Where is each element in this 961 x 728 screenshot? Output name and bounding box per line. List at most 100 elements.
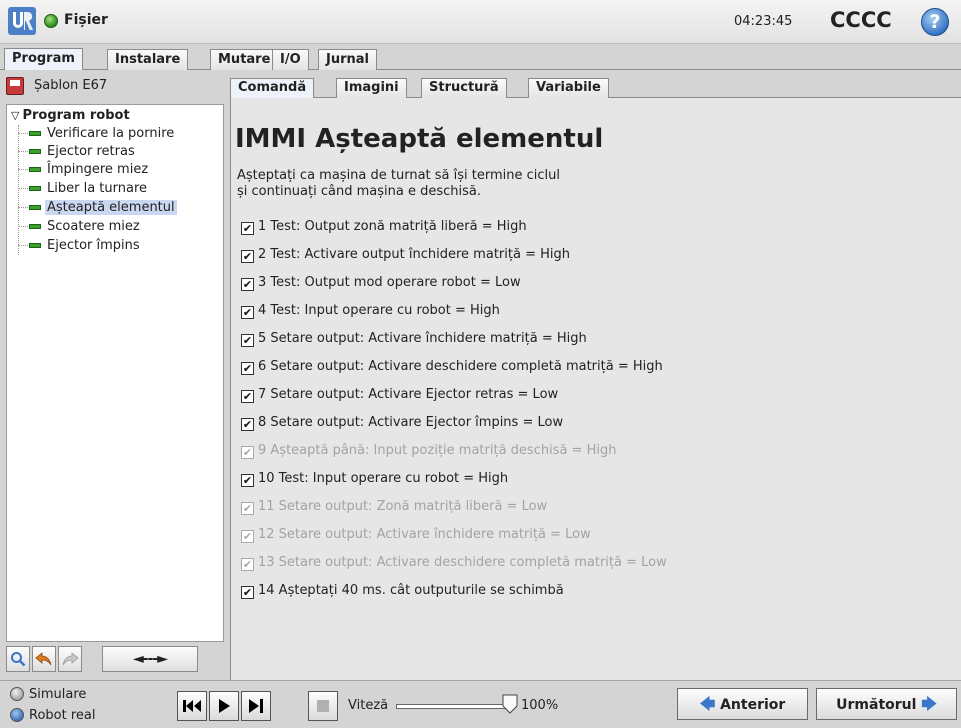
speed-slider[interactable]	[396, 704, 506, 709]
checkbox-checked[interactable]: ✔	[241, 278, 254, 291]
tree-node[interactable]: Verificare la pornire	[18, 125, 176, 143]
tree-navigation-button[interactable]: ◄---►	[102, 646, 198, 672]
checkbox-checked[interactable]: ✔	[241, 474, 254, 487]
command-node-icon	[29, 205, 41, 210]
arrow-right-icon: 🡆	[921, 695, 937, 713]
play-icon	[219, 699, 230, 713]
program-tree-panel: Șablon E67 ▽ Program robot Verificare la …	[0, 70, 230, 680]
tab-move[interactable]: Mutare	[210, 49, 279, 70]
checklist-item[interactable]: ✔ 10 Test: Input operare cu robot = High	[241, 470, 508, 488]
checklist-item[interactable]: ✔ 6 Setare output: Activare deschidere co…	[241, 358, 663, 376]
command-node-icon	[29, 131, 41, 136]
checklist-item[interactable]: ✔ 4 Test: Input operare cu robot = High	[241, 302, 500, 320]
tab-variables[interactable]: Variabile	[528, 78, 609, 98]
search-button[interactable]	[6, 646, 30, 672]
command-node-icon	[29, 149, 41, 154]
checklist-item[interactable]: ✔ 1 Test: Output zonă matriță liberă = Hi…	[241, 218, 527, 236]
step-button[interactable]	[241, 691, 271, 721]
redo-button[interactable]	[58, 646, 82, 672]
next-button[interactable]: Următorul 🡆	[816, 688, 957, 720]
radio-off-icon[interactable]	[10, 687, 24, 701]
tree-root-label: Program robot	[22, 108, 130, 123]
tree-toolbar: ◄---►	[6, 646, 224, 674]
file-icon[interactable]	[44, 14, 58, 28]
skip-back-icon	[183, 700, 201, 712]
checklist-item[interactable]: ✔ 14 Așteptați 40 ms. cât outputurile se …	[241, 582, 564, 600]
tab-log[interactable]: Jurnal	[318, 49, 377, 70]
tab-structure[interactable]: Structură	[421, 78, 507, 98]
speed-value: 100%	[521, 698, 559, 713]
play-button[interactable]	[209, 691, 239, 721]
page-title: IMMI Așteaptă elementul	[235, 124, 604, 154]
search-icon	[11, 652, 26, 667]
tree-node[interactable]: Ejector împins	[18, 237, 142, 255]
checklist-item[interactable]: ✔ 2 Test: Activare output închidere matri…	[241, 246, 570, 264]
file-menu[interactable]: Fișier	[64, 12, 108, 28]
checklist-item-disabled: ✔ 13 Setare output: Activare deschidere c…	[241, 555, 667, 571]
checklist-item[interactable]: ✔ 3 Test: Output mod operare robot = Low	[241, 274, 521, 292]
previous-button[interactable]: 🡄 Anterior	[677, 688, 808, 720]
sub-tabs: Comandă Imagini Structură Variabile	[230, 76, 961, 98]
ur-logo	[8, 7, 36, 35]
command-panel: Comandă Imagini Structură Variabile IMMI…	[230, 70, 961, 680]
program-tree: ▽ Program robot Verificare la pornire Eje…	[6, 104, 224, 642]
speed-slider-handle[interactable]	[502, 694, 518, 714]
tab-command[interactable]: Comandă	[230, 78, 315, 98]
checklist-item-disabled: ✔ 12 Setare output: Activare închidere ma…	[241, 527, 591, 543]
tree-node[interactable]: Liber la turnare	[18, 180, 149, 198]
mode-real-robot[interactable]: Robot real	[10, 708, 95, 724]
tab-program[interactable]: Program	[4, 48, 83, 71]
checkbox-checked[interactable]: ✔	[241, 390, 254, 403]
description: Așteptați ca mașina de turnat să își ter…	[237, 168, 561, 199]
speed-label: Viteză	[348, 698, 389, 713]
bottom-bar: Simulare Robot real Viteză 100% 🡄 Anteri…	[0, 680, 961, 728]
tree-root[interactable]: ▽ Program robot	[11, 108, 130, 123]
checkbox-checked: ✔	[241, 502, 254, 515]
checkbox-checked: ✔	[241, 558, 254, 571]
command-node-icon	[29, 243, 41, 248]
undo-icon	[35, 652, 52, 666]
checkbox-checked[interactable]: ✔	[241, 250, 254, 263]
stop-icon	[317, 700, 329, 712]
checkbox-checked[interactable]: ✔	[241, 586, 254, 599]
checkbox-checked[interactable]: ✔	[241, 222, 254, 235]
save-icon[interactable]	[6, 77, 24, 95]
command-node-icon	[29, 167, 41, 172]
tree-node[interactable]: Împingere miez	[18, 161, 150, 179]
checkbox-checked[interactable]: ✔	[241, 362, 254, 375]
checklist-item[interactable]: ✔ 8 Setare output: Activare Ejector împin…	[241, 414, 563, 432]
template-label: Șablon E67	[34, 78, 108, 93]
robot-name: CCCC	[830, 8, 892, 32]
tree-node-selected[interactable]: Așteaptă elementul	[18, 199, 177, 217]
checklist-item[interactable]: ✔ 5 Setare output: Activare închidere mat…	[241, 330, 587, 348]
expand-triangle-icon[interactable]: ▽	[11, 109, 19, 122]
mode-simulation[interactable]: Simulare	[10, 687, 86, 703]
tab-installation[interactable]: Instalare	[107, 49, 189, 70]
tree-node[interactable]: Scoatere miez	[18, 218, 142, 236]
checkbox-checked[interactable]: ✔	[241, 334, 254, 347]
checklist-item-disabled: ✔ 9 Așteaptă până: Input poziție matriță …	[241, 443, 617, 459]
arrow-left-icon: 🡄	[699, 695, 716, 713]
tree-node[interactable]: Ejector retras	[18, 143, 137, 161]
undo-button[interactable]	[32, 646, 56, 672]
checklist-item[interactable]: ✔ 7 Setare output: Activare Ejector retra…	[241, 386, 558, 404]
command-node-icon	[29, 186, 41, 191]
checklist-item-disabled: ✔ 11 Setare output: Zonă matriță liberă =…	[241, 499, 548, 515]
redo-icon	[62, 652, 79, 666]
clock: 04:23:45	[734, 14, 793, 29]
checkbox-checked[interactable]: ✔	[241, 306, 254, 319]
tab-graphics[interactable]: Imagini	[336, 78, 407, 98]
radio-on-icon[interactable]	[10, 708, 24, 722]
title-bar: Fișier 04:23:45 CCCC ?	[0, 0, 961, 44]
checkbox-checked[interactable]: ✔	[241, 418, 254, 431]
step-icon	[249, 699, 263, 713]
tab-io[interactable]: I/O	[272, 49, 309, 70]
command-node-icon	[29, 224, 41, 229]
help-icon[interactable]: ?	[921, 8, 949, 36]
skip-to-start-button[interactable]	[177, 691, 207, 721]
main-tabs: Program Instalare Mutare I/O Jurnal	[0, 44, 961, 71]
stop-button[interactable]	[308, 691, 338, 721]
command-content: IMMI Așteaptă elementul Așteptați ca maș…	[230, 98, 961, 680]
checkbox-checked: ✔	[241, 446, 254, 459]
checkbox-checked: ✔	[241, 530, 254, 543]
